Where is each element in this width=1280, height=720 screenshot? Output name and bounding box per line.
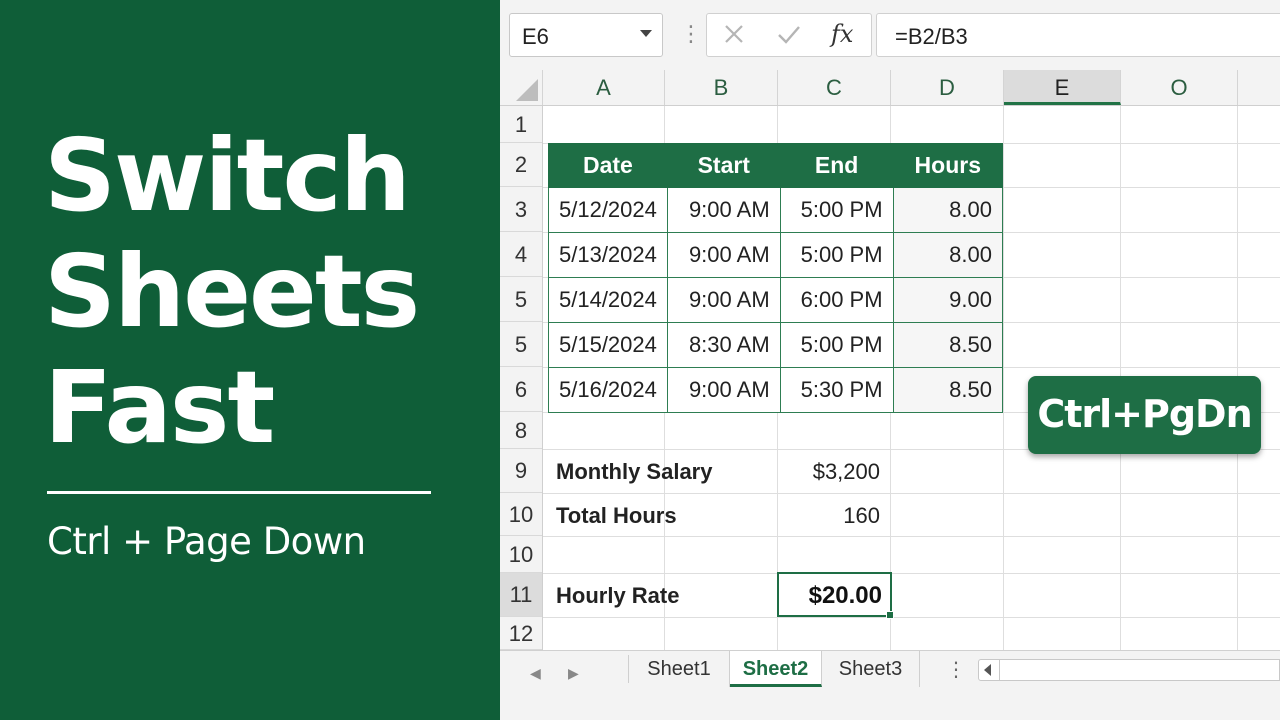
row-header[interactable]: 9 <box>500 449 542 493</box>
table-header-end[interactable]: End <box>779 143 894 188</box>
promo-title-line: Fast <box>44 349 275 466</box>
tab-sheet1[interactable]: Sheet1 <box>629 651 730 687</box>
shortcut-badge: Ctrl+PgDn <box>1028 376 1261 454</box>
row-header[interactable]: 4 <box>500 232 542 277</box>
row-header[interactable]: 2 <box>500 143 542 187</box>
scrollbar-divider <box>999 660 1000 680</box>
table-row: 5/15/2024 8:30 AM 5:00 PM 8.50 <box>548 322 1004 368</box>
cell-start[interactable]: 9:00 AM <box>666 367 781 413</box>
table-row: 5/16/2024 9:00 AM 5:30 PM 8.50 <box>548 367 1004 413</box>
scroll-left-icon[interactable] <box>984 664 991 676</box>
column-headers: A B C D E O <box>500 70 1280 106</box>
column-header-e[interactable]: E <box>1004 70 1121 105</box>
row-header[interactable]: 11 <box>500 573 542 617</box>
name-box-value: E6 <box>522 24 549 49</box>
cell-start[interactable]: 9:00 AM <box>666 187 781 233</box>
fill-handle[interactable] <box>886 611 894 619</box>
insert-function-icon[interactable]: fx <box>831 20 853 48</box>
total-hours-value[interactable]: 160 <box>777 503 880 529</box>
sheet-tab-bar: ◀ ▶ Sheet1 Sheet2 Sheet3 ⋮ <box>500 650 1280 720</box>
formula-input[interactable]: =B2/B3 <box>876 13 1280 57</box>
column-header-b[interactable]: B <box>665 70 778 105</box>
cell-start[interactable]: 8:30 AM <box>666 322 781 368</box>
tab-sheet2[interactable]: Sheet2 <box>730 651 822 687</box>
gridline <box>543 493 1280 494</box>
cell-start[interactable]: 9:00 AM <box>666 277 781 323</box>
cell-date[interactable]: 5/13/2024 <box>548 232 668 278</box>
promo-title-line: Sheets <box>44 233 420 350</box>
row-header[interactable]: 6 <box>500 367 542 412</box>
formula-value: =B2/B3 <box>895 24 968 49</box>
cell-hours[interactable]: 8.50 <box>892 322 1004 368</box>
tab-sheet3[interactable]: Sheet3 <box>822 651 920 687</box>
table-header-hours[interactable]: Hours <box>892 143 1004 188</box>
row-header[interactable]: 8 <box>500 412 542 449</box>
row-header[interactable]: 12 <box>500 617 542 650</box>
cell-end[interactable]: 5:00 PM <box>779 187 894 233</box>
row-header[interactable]: 5 <box>500 322 542 367</box>
cell-date[interactable]: 5/12/2024 <box>548 187 668 233</box>
row-header[interactable]: 3 <box>500 187 542 232</box>
gridline <box>543 617 1280 618</box>
cell-end[interactable]: 5:00 PM <box>779 232 894 278</box>
promo-divider <box>47 491 431 494</box>
cell-end[interactable]: 5:00 PM <box>779 322 894 368</box>
chevron-down-icon[interactable] <box>640 30 652 37</box>
shortcut-badge-text: Ctrl+PgDn <box>1037 392 1252 436</box>
hourly-rate-cell[interactable]: $20.00 <box>777 572 894 619</box>
row-header[interactable]: 10 <box>500 493 542 536</box>
column-header-o[interactable]: O <box>1121 70 1238 105</box>
column-header-a[interactable]: A <box>543 70 665 105</box>
more-options-icon[interactable]: ⋮ <box>680 20 702 48</box>
select-all-button[interactable] <box>500 70 543 105</box>
horizontal-scrollbar[interactable] <box>978 659 1280 681</box>
table-header-date[interactable]: Date <box>548 143 668 188</box>
cell-start[interactable]: 9:00 AM <box>666 232 781 278</box>
total-hours-label[interactable]: Total Hours <box>556 503 677 529</box>
gridline <box>543 536 1280 537</box>
hourly-rate-value: $20.00 <box>808 582 882 609</box>
cell-hours[interactable]: 9.00 <box>892 277 1004 323</box>
cell-date[interactable]: 5/16/2024 <box>548 367 668 413</box>
checkmark-icon[interactable] <box>777 23 801 50</box>
scroll-tabs-left-icon[interactable]: ◀ <box>530 665 541 682</box>
table-header-start[interactable]: Start <box>666 143 781 188</box>
gridline <box>1003 106 1004 650</box>
gridline <box>543 573 1280 574</box>
spreadsheet-window: E6 ⋮ fx =B2/B3 A B C D E O 1 2 3 4 5 5 6… <box>500 0 1280 720</box>
monthly-salary-value[interactable]: $3,200 <box>777 459 880 485</box>
column-header-d[interactable]: D <box>891 70 1004 105</box>
row-headers: 1 2 3 4 5 5 6 8 9 10 10 11 12 <box>500 106 543 650</box>
cancel-icon[interactable] <box>723 23 745 50</box>
cell-hours[interactable]: 8.50 <box>892 367 1004 413</box>
cell-date[interactable]: 5/14/2024 <box>548 277 668 323</box>
timesheet-table: Date Start End Hours 5/12/2024 9:00 AM 5… <box>548 143 1004 413</box>
row-header[interactable]: 5 <box>500 277 542 322</box>
promo-subtitle: Ctrl + Page Down <box>47 520 366 563</box>
table-row: 5/13/2024 9:00 AM 5:00 PM 8.00 <box>548 232 1004 278</box>
scroll-tabs-right-icon[interactable]: ▶ <box>568 665 579 682</box>
cell-hours[interactable]: 8.00 <box>892 187 1004 233</box>
table-row: 5/14/2024 9:00 AM 6:00 PM 9.00 <box>548 277 1004 323</box>
name-box[interactable]: E6 <box>509 13 663 57</box>
row-header[interactable]: 1 <box>500 106 542 143</box>
formula-actions: fx <box>706 13 872 57</box>
table-row: 5/12/2024 9:00 AM 5:00 PM 8.00 <box>548 187 1004 233</box>
cell-date[interactable]: 5/15/2024 <box>548 322 668 368</box>
formula-bar: E6 ⋮ fx =B2/B3 <box>500 0 1280 70</box>
select-all-icon <box>516 79 538 101</box>
row-header[interactable]: 10 <box>500 536 542 573</box>
cell-hours[interactable]: 8.00 <box>892 232 1004 278</box>
cell-end[interactable]: 5:30 PM <box>779 367 894 413</box>
promo-title: Switch Sheets Fast <box>44 118 484 466</box>
more-sheets-icon[interactable]: ⋮ <box>946 657 966 682</box>
cell-grid[interactable]: Date Start End Hours 5/12/2024 9:00 AM 5… <box>543 106 1280 650</box>
promo-panel: Switch Sheets Fast Ctrl + Page Down <box>0 0 500 720</box>
cell-end[interactable]: 6:00 PM <box>779 277 894 323</box>
promo-title-line: Switch <box>44 117 411 234</box>
monthly-salary-label[interactable]: Monthly Salary <box>556 459 712 485</box>
hourly-rate-label[interactable]: Hourly Rate <box>556 583 679 609</box>
column-header-c[interactable]: C <box>778 70 891 105</box>
